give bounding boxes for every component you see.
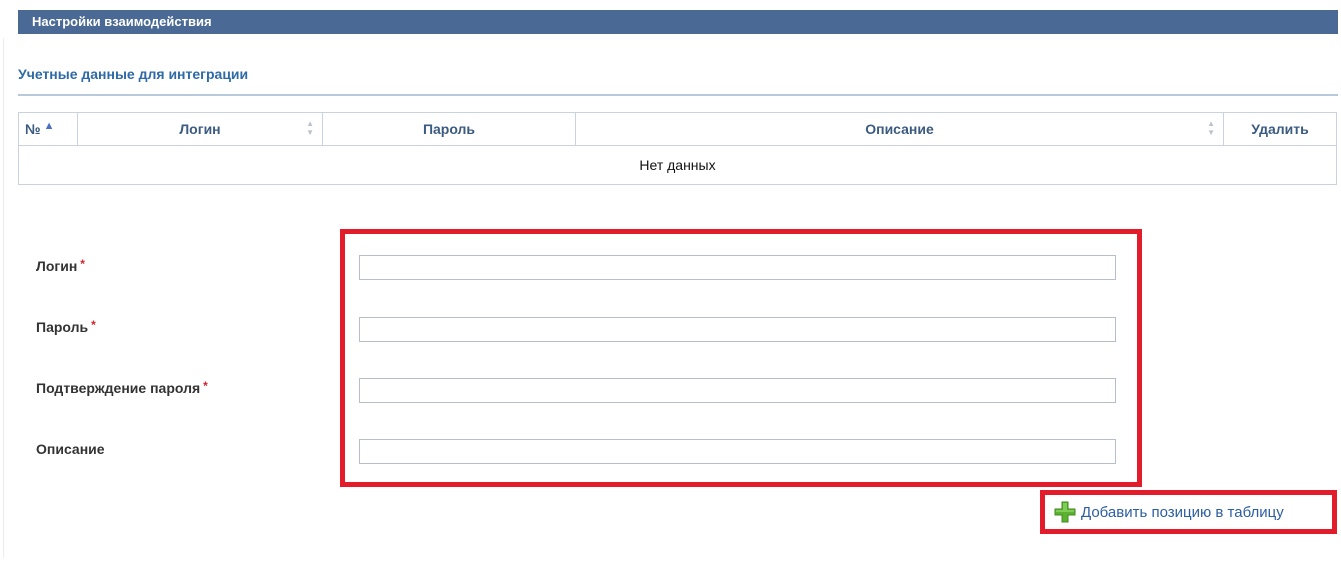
plus-icon (1054, 501, 1076, 523)
add-row-label: Добавить позицию в таблицу (1081, 503, 1284, 521)
credentials-table: № ▲ Логин ▲ ▼ Пароль Описание ▲ ▼ Удалить Н… (18, 112, 1337, 185)
column-header-description[interactable]: Описание ▲ ▼ (575, 112, 1224, 146)
password-input[interactable] (359, 317, 1116, 342)
table-row: Нет данных (18, 145, 1337, 185)
required-marker: * (91, 318, 96, 332)
page-left-border (3, 38, 4, 558)
table-header-row: № ▲ Логин ▲ ▼ Пароль Описание ▲ ▼ Удалить (18, 112, 1337, 146)
password-label: Пароль * (36, 318, 96, 335)
column-header-login[interactable]: Логин ▲ ▼ (77, 112, 323, 146)
column-header-number[interactable]: № ▲ (18, 112, 78, 146)
login-input[interactable] (359, 255, 1116, 280)
empty-table-message: Нет данных (18, 145, 1337, 185)
required-marker: * (80, 257, 85, 271)
sort-icon: ▲ ▼ (1207, 119, 1215, 137)
confirm-password-label: Подтверждение пароля * (36, 379, 208, 396)
column-header-password: Пароль (322, 112, 576, 146)
sort-asc-icon: ▲ (43, 120, 55, 132)
confirm-password-input[interactable] (359, 378, 1116, 403)
panel-header-title: Настройки взаимодействия (32, 14, 212, 29)
login-label: Логин * (36, 257, 85, 274)
required-marker: * (203, 379, 208, 393)
section-divider (18, 94, 1338, 96)
sort-icon: ▲ ▼ (306, 119, 314, 137)
description-input[interactable] (359, 439, 1116, 464)
add-row-button[interactable]: Добавить позицию в таблицу (1054, 501, 1284, 523)
description-label: Описание (36, 441, 105, 457)
panel-header: Настройки взаимодействия (18, 10, 1338, 34)
section-title: Учетные данные для интеграции (18, 66, 249, 82)
column-header-delete: Удалить (1223, 112, 1337, 146)
